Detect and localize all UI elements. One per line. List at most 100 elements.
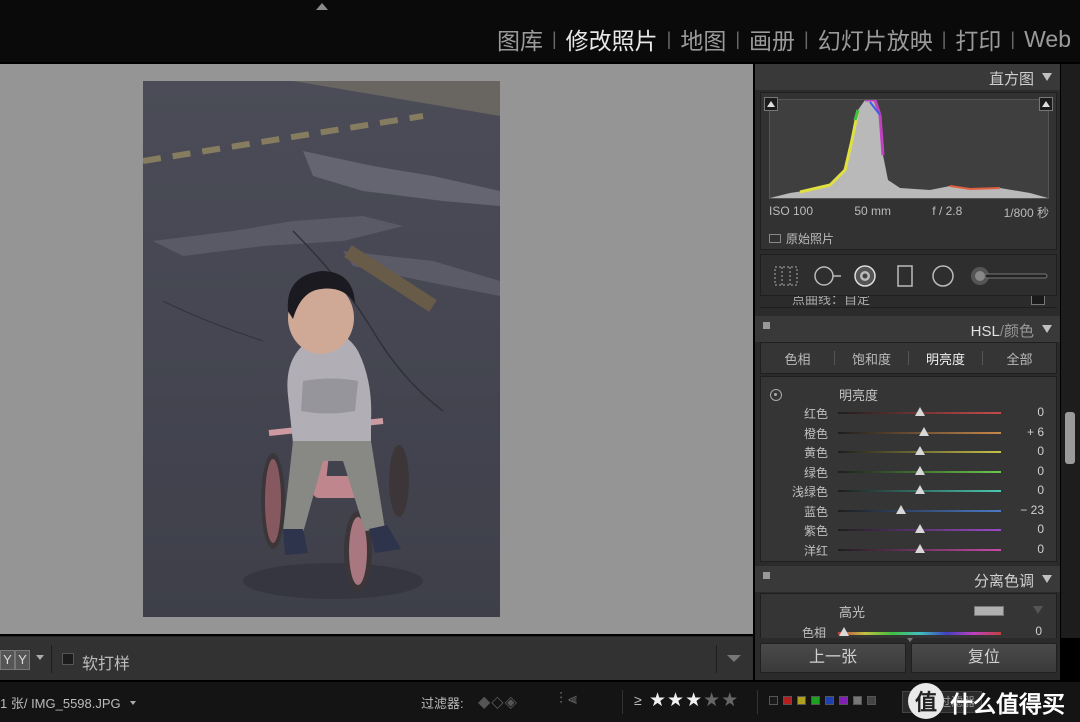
collapse-top-panel-arrow-icon[interactable] <box>316 3 328 10</box>
histogram-curve <box>770 98 1048 198</box>
module-2[interactable]: 地图 <box>671 22 735 56</box>
slider-thumb[interactable] <box>839 627 849 636</box>
view-mode-before-button[interactable]: Y <box>0 650 15 670</box>
star-icon[interactable]: ★ <box>649 690 667 711</box>
color-label-swatch[interactable] <box>783 696 792 705</box>
color-label-swatch[interactable] <box>769 696 778 705</box>
star-icon[interactable]: ★ <box>703 690 721 711</box>
exif-focal-length: 50 mm <box>854 204 891 218</box>
collapse-triangle-icon[interactable] <box>1042 575 1052 583</box>
slider-value[interactable]: 0 <box>1037 542 1044 556</box>
main-photo <box>143 81 500 617</box>
slider-thumb[interactable] <box>895 504 906 514</box>
highlight-hue-value[interactable]: 0 <box>1035 624 1042 638</box>
slider-thumb[interactable] <box>914 485 925 494</box>
highlight-hue-slider[interactable] <box>838 632 1001 635</box>
rating-operator[interactable]: ≥ <box>634 692 642 708</box>
star-icon[interactable]: ★ <box>685 690 703 711</box>
slider-label: 蓝色 <box>803 504 828 519</box>
module-bar: 图库 | 修改照片 | 地图 | 画册 | 幻灯片放映 | 打印 | Web <box>0 0 1080 62</box>
graduated-filter-icon[interactable] <box>895 265 915 287</box>
module-3[interactable]: 画册 <box>740 22 804 56</box>
scrollbar-thumb[interactable] <box>1065 412 1075 464</box>
histogram-header[interactable]: 直方图 <box>755 64 1060 90</box>
rating-filter-stars[interactable]: ★★★★★ <box>649 689 739 712</box>
previous-button[interactable]: 上一张 <box>760 643 906 673</box>
panel-switch-icon[interactable] <box>763 322 770 329</box>
color-label-swatch[interactable] <box>797 696 806 705</box>
star-icon[interactable]: ★ <box>667 690 685 711</box>
edit-filter-icons[interactable]: ⫶⫷ <box>559 691 582 709</box>
highlights-title: 高光 <box>839 605 866 620</box>
collapse-triangle-icon[interactable] <box>1033 606 1043 614</box>
right-panel: 直方图 ISO 100 50 mm f / 2.8 1/800 秒 原始照片 点… <box>755 64 1060 638</box>
adjustment-brush-icon[interactable] <box>969 265 1051 287</box>
view-mode-after-button[interactable]: Y <box>15 650 30 670</box>
flag-filter-icons[interactable]: ◆◇◈ <box>478 692 518 712</box>
slider-value[interactable]: 0 <box>1037 483 1044 497</box>
tab-saturation[interactable]: 饱和度 <box>835 349 908 368</box>
collapse-triangle-icon[interactable] <box>1042 73 1052 81</box>
slider-thumb[interactable] <box>914 446 925 455</box>
right-panel-buttons: 上一张 复位 <box>755 638 1060 680</box>
slider-track[interactable] <box>838 509 1001 512</box>
spot-removal-icon[interactable] <box>813 265 843 287</box>
slider-thumb[interactable] <box>914 524 925 533</box>
crop-overlay-icon[interactable] <box>773 265 799 287</box>
slider-label: 紫色 <box>803 524 828 538</box>
curve-edit-icon[interactable] <box>1031 296 1045 305</box>
tab-all[interactable]: 全部 <box>983 349 1056 368</box>
star-icon[interactable]: ★ <box>721 690 739 711</box>
slider-thumb[interactable] <box>914 407 925 416</box>
slider-value[interactable]: 0 <box>1037 405 1044 419</box>
radial-filter-icon[interactable] <box>931 265 955 287</box>
slider-thumb[interactable] <box>914 465 925 475</box>
slider-label: 浅绿色 <box>791 485 828 499</box>
highlight-clipping-toggle[interactable] <box>1039 97 1053 111</box>
split-toning-header[interactable]: 分离色调 <box>755 566 1060 592</box>
slider-value[interactable]: − 23 <box>1020 503 1044 517</box>
color-label-swatch[interactable] <box>839 696 848 705</box>
right-panel-scrollbar[interactable] <box>1061 64 1080 638</box>
tab-luminance[interactable]: 明亮度 <box>909 349 982 368</box>
filter-label: 过滤器: <box>421 696 464 711</box>
module-4[interactable]: 幻灯片放映 <box>809 22 942 56</box>
slider-thumb[interactable] <box>919 426 930 436</box>
luminance-slider-row: 红色 0 <box>761 404 1058 423</box>
slider-value[interactable]: 0 <box>1037 464 1044 478</box>
split-toning-title: 分离色调 <box>973 573 1034 590</box>
red-eye-icon[interactable] <box>853 265 877 287</box>
slider-value[interactable]: + 6 <box>1027 425 1044 439</box>
slider-thumb[interactable] <box>914 543 925 553</box>
color-label-swatch[interactable] <box>867 696 876 705</box>
shadow-clipping-toggle[interactable] <box>764 97 778 111</box>
original-photo-checkbox[interactable] <box>769 234 781 243</box>
module-1[interactable]: 修改照片 <box>557 22 667 56</box>
toolbar-options-chevron-icon[interactable] <box>727 655 741 662</box>
highlight-color-swatch[interactable] <box>974 606 1004 616</box>
softproof-checkbox[interactable] <box>62 653 74 665</box>
luminance-slider-row: 绿色 0 <box>761 463 1058 482</box>
color-label-swatch[interactable] <box>811 696 820 705</box>
reset-button[interactable]: 复位 <box>911 643 1057 673</box>
source-dropdown-icon[interactable] <box>130 701 136 705</box>
panel-end-marker-icon <box>907 638 913 642</box>
panel-switch-icon[interactable] <box>763 572 770 579</box>
slider-value[interactable]: 0 <box>1037 522 1044 536</box>
hsl-header[interactable]: HSL/颜色 <box>755 316 1060 342</box>
filmstrip-divider <box>622 690 623 714</box>
tab-hue[interactable]: 色相 <box>761 349 834 368</box>
module-6[interactable]: Web <box>1015 26 1080 53</box>
module-5[interactable]: 打印 <box>946 22 1010 56</box>
hsl-title-main[interactable]: HSL <box>971 323 1000 340</box>
color-label-swatch[interactable] <box>853 696 862 705</box>
color-label-swatch[interactable] <box>825 696 834 705</box>
view-mode-dropdown-icon[interactable] <box>36 655 44 660</box>
original-photo-label: 原始照片 <box>786 232 835 246</box>
slider-value[interactable]: 0 <box>1037 444 1044 458</box>
filmstrip-source-info[interactable]: 1 张/ IMG_5598.JPG <box>0 693 121 712</box>
module-0[interactable]: 图库 <box>488 22 552 56</box>
hsl-title-color[interactable]: 颜色 <box>1004 323 1034 340</box>
targeted-adjustment-icon[interactable] <box>770 389 782 401</box>
collapse-triangle-icon[interactable] <box>1042 325 1052 333</box>
